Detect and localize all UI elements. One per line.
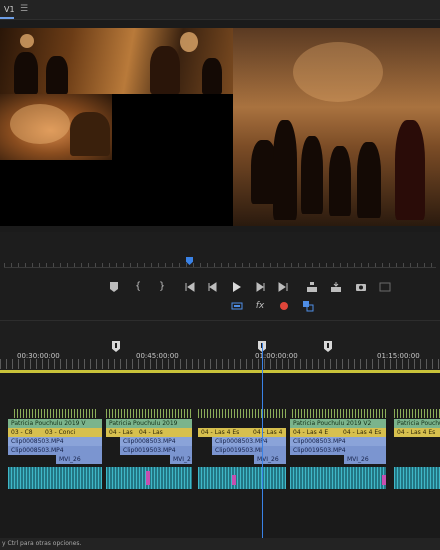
empty-region [0, 160, 112, 226]
timeline-clip[interactable]: Clip0019503.MP4 [290, 446, 386, 455]
audio-clip[interactable] [394, 467, 440, 489]
timeline-clip[interactable]: Clip0019503.MP4 [120, 446, 192, 455]
waveform [14, 409, 96, 418]
monitor-scrub-bar[interactable] [0, 255, 440, 269]
timeline-clip[interactable]: Clip0019503.MI [212, 446, 286, 455]
mark-in-icon[interactable]: { [130, 279, 146, 295]
scrub-line [4, 267, 436, 268]
safe-margins-icon[interactable] [229, 298, 245, 314]
work-area-bar[interactable] [0, 370, 440, 373]
timeline-clip[interactable]: MVI_26 [344, 455, 386, 464]
mark-out-icon[interactable]: } [154, 279, 170, 295]
marker-icon[interactable] [106, 279, 122, 295]
camera-icon[interactable] [353, 279, 369, 295]
transport-controls: { } [0, 279, 440, 297]
track-area: Patricia Pouchulu 2019 V Patricia Pouchu… [0, 409, 440, 505]
waveform [106, 409, 192, 418]
timeline-marker[interactable] [112, 341, 120, 352]
timeline-clip[interactable]: Clip0008503.MP4 [212, 437, 286, 446]
active-tab-indicator [0, 17, 14, 19]
audio-clip[interactable] [290, 467, 386, 489]
play-icon[interactable] [228, 279, 244, 295]
hamburger-icon[interactable]: ☰ [20, 3, 30, 15]
timeline-ruler[interactable]: 00:30:00:00 00:45:00:00 01:00:00:00 01:1… [0, 321, 440, 373]
overwrite-icon[interactable] [328, 279, 344, 295]
timeline-clip[interactable]: 04 - Las [136, 428, 192, 437]
timeline-clip[interactable]: Patricia Pouchulu 2019 [394, 419, 440, 428]
waveform [394, 409, 440, 418]
status-bar: y Ctrl para otras opciones. [0, 538, 440, 550]
audio-clip-pink[interactable] [146, 471, 150, 485]
go-to-out-icon[interactable] [275, 279, 291, 295]
video-frame [0, 28, 440, 226]
timeline-clip[interactable]: MVI_2 [170, 455, 192, 464]
monitor-tab[interactable]: V1 [0, 2, 19, 17]
go-to-in-icon[interactable] [182, 279, 198, 295]
timeline-clip[interactable]: 04 - Las 4 E [290, 428, 340, 437]
output-icon[interactable] [377, 279, 393, 295]
empty-region [112, 94, 233, 226]
ruler-ticks [0, 359, 440, 369]
timeline-clip[interactable]: Patricia Pouchulu 2019 [106, 419, 192, 428]
multicam-icon[interactable] [300, 298, 316, 314]
timeline-clip[interactable]: 03 - C8 [8, 428, 42, 437]
timeline-clip[interactable]: Clip0008503.MP4 [8, 446, 102, 455]
audio-clip-pink[interactable] [382, 475, 386, 485]
status-hint: y Ctrl para otras opciones. [2, 540, 82, 547]
record-icon[interactable] [276, 298, 292, 314]
timeline-panel: 00:30:00:00 00:45:00:00 01:00:00:00 01:1… [0, 320, 440, 539]
audio-clip[interactable] [198, 467, 286, 489]
waveform [198, 409, 286, 418]
timeline-clip[interactable]: 04 - Las [106, 428, 136, 437]
timeline-clip[interactable]: 04 - Las 4 Es [394, 428, 440, 437]
insert-icon[interactable] [304, 279, 320, 295]
timeline-clip[interactable]: 04 - Las 4 Es [340, 428, 386, 437]
step-forward-icon[interactable] [252, 279, 268, 295]
waveform [292, 409, 386, 418]
video-pip-violin [0, 94, 112, 160]
timeline-clip[interactable]: Clip0008503.MP4 [290, 437, 386, 446]
timeline-clip[interactable]: MVI_26 [56, 455, 102, 464]
video-pip-top [0, 28, 233, 94]
audio-clip[interactable] [8, 467, 102, 489]
timeline-playhead[interactable] [262, 343, 263, 539]
fx-icon[interactable]: fx [252, 298, 268, 314]
timeline-clip[interactable]: 04 - Las 4 [250, 428, 286, 437]
transport-controls-secondary: fx [0, 298, 440, 314]
video-main-orchestra [233, 28, 440, 226]
timeline-marker[interactable] [324, 341, 332, 352]
timeline-clip[interactable]: MVI_26 [254, 455, 286, 464]
timeline-clip[interactable]: Patricia Pouchulu 2019 V [8, 419, 102, 428]
timeline-clip[interactable]: Clip0008503.MP4 [8, 437, 102, 446]
step-back-icon[interactable] [205, 279, 221, 295]
monitor-tab-bar: V1 ☰ [0, 0, 440, 20]
timeline-clip[interactable]: Patricia Pouchulu 2019 V2 [290, 419, 386, 428]
timeline-clip[interactable]: 04 - Las 4 Es [198, 428, 250, 437]
audio-clip-pink[interactable] [232, 475, 236, 485]
timeline-clip[interactable]: 03 - Conci [42, 428, 102, 437]
timeline-clip[interactable]: Clip0008503.MP4 [120, 437, 192, 446]
